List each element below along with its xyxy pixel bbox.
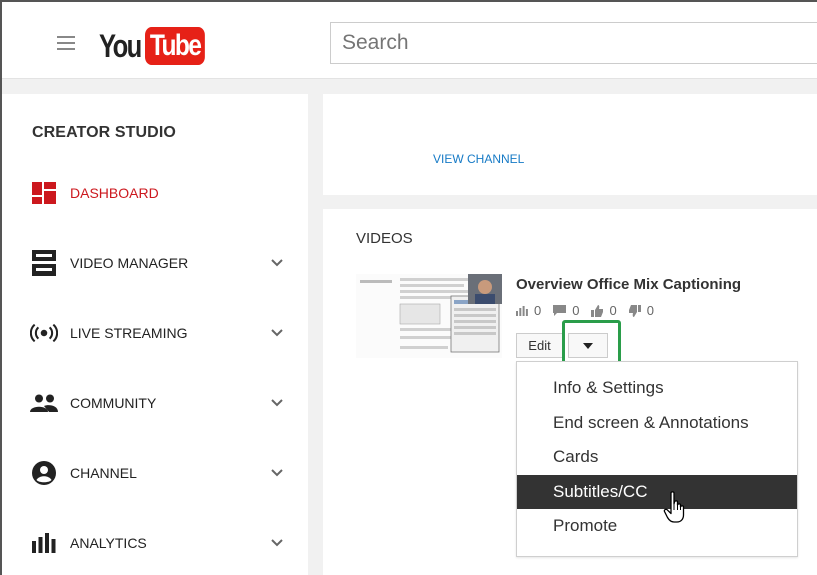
sidebar-item-community[interactable]: COMMUNITY bbox=[2, 380, 308, 426]
menu-item-promote[interactable]: Promote bbox=[517, 509, 797, 544]
sidebar-item-label: ANALYTICS bbox=[70, 535, 147, 551]
video-manager-icon bbox=[30, 249, 58, 277]
likes-count: 0 bbox=[609, 303, 617, 318]
caret-down-icon bbox=[583, 342, 593, 349]
thumbs-down-icon bbox=[628, 304, 641, 317]
videos-card: VIDEOS Overview Office Mix Captioning 0 … bbox=[323, 209, 817, 575]
menu-item-info-settings[interactable]: Info & Settings bbox=[517, 371, 797, 406]
sidebar-item-label: LIVE STREAMING bbox=[70, 325, 188, 341]
views-count: 0 bbox=[534, 303, 542, 318]
sidebar-item-channel[interactable]: CHANNEL bbox=[2, 450, 308, 496]
comments-stat: 0 bbox=[553, 303, 579, 318]
menu-item-cards[interactable]: Cards bbox=[517, 440, 797, 475]
comment-icon bbox=[553, 304, 567, 316]
sidebar-item-label: COMMUNITY bbox=[70, 395, 157, 411]
likes-stat: 0 bbox=[591, 303, 617, 318]
sidebar-item-analytics[interactable]: ANALYTICS bbox=[2, 520, 308, 566]
dislikes-count: 0 bbox=[646, 303, 654, 318]
live-streaming-icon bbox=[30, 319, 58, 347]
edit-dropdown-button[interactable] bbox=[568, 333, 608, 358]
edit-dropdown-menu: Info & Settings End screen & Annotations… bbox=[516, 361, 798, 557]
menu-item-subtitles-cc[interactable]: Subtitles/CC bbox=[517, 474, 797, 509]
sidebar: CREATOR STUDIO DASHBOARD VIDEO MANAGER L… bbox=[2, 94, 308, 575]
masthead: You Tube bbox=[2, 2, 817, 79]
sidebar-item-live-streaming[interactable]: LIVE STREAMING bbox=[2, 310, 308, 356]
logo-tube-text: Tube bbox=[145, 27, 206, 65]
hamburger-menu-icon[interactable] bbox=[57, 36, 75, 50]
channel-icon bbox=[30, 459, 58, 487]
menu-item-end-screen-annotations[interactable]: End screen & Annotations bbox=[517, 406, 797, 441]
sidebar-item-label: CHANNEL bbox=[70, 465, 137, 481]
edit-button[interactable]: Edit bbox=[516, 333, 562, 358]
community-icon bbox=[30, 389, 58, 417]
chevron-down-icon[interactable] bbox=[270, 326, 284, 340]
videos-section-title: VIDEOS bbox=[356, 230, 413, 247]
youtube-logo[interactable]: You Tube bbox=[99, 26, 218, 66]
analytics-icon bbox=[30, 529, 58, 557]
sidebar-item-video-manager[interactable]: VIDEO MANAGER bbox=[2, 240, 308, 286]
video-thumbnail[interactable] bbox=[356, 274, 502, 358]
chevron-down-icon[interactable] bbox=[270, 256, 284, 270]
comments-count: 0 bbox=[572, 303, 580, 318]
video-stats: 0 0 0 0 bbox=[516, 303, 666, 318]
sidebar-item-label: VIDEO MANAGER bbox=[70, 255, 189, 271]
logo-you-text: You bbox=[99, 27, 142, 64]
views-stat: 0 bbox=[516, 303, 541, 318]
channel-card: VIEW CHANNEL bbox=[323, 94, 817, 195]
sidebar-item-label: DASHBOARD bbox=[70, 185, 159, 201]
chevron-down-icon[interactable] bbox=[270, 536, 284, 550]
bar-chart-icon bbox=[516, 305, 528, 316]
chevron-down-icon[interactable] bbox=[270, 396, 284, 410]
sidebar-item-dashboard[interactable]: DASHBOARD bbox=[2, 170, 308, 216]
view-channel-link[interactable]: VIEW CHANNEL bbox=[433, 152, 524, 166]
video-title[interactable]: Overview Office Mix Captioning bbox=[516, 276, 741, 293]
creator-studio-title: CREATOR STUDIO bbox=[32, 124, 176, 141]
dislikes-stat: 0 bbox=[628, 303, 654, 318]
dashboard-icon bbox=[30, 179, 58, 207]
chevron-down-icon[interactable] bbox=[270, 466, 284, 480]
thumbs-up-icon bbox=[591, 304, 604, 317]
search-input[interactable] bbox=[330, 22, 817, 64]
